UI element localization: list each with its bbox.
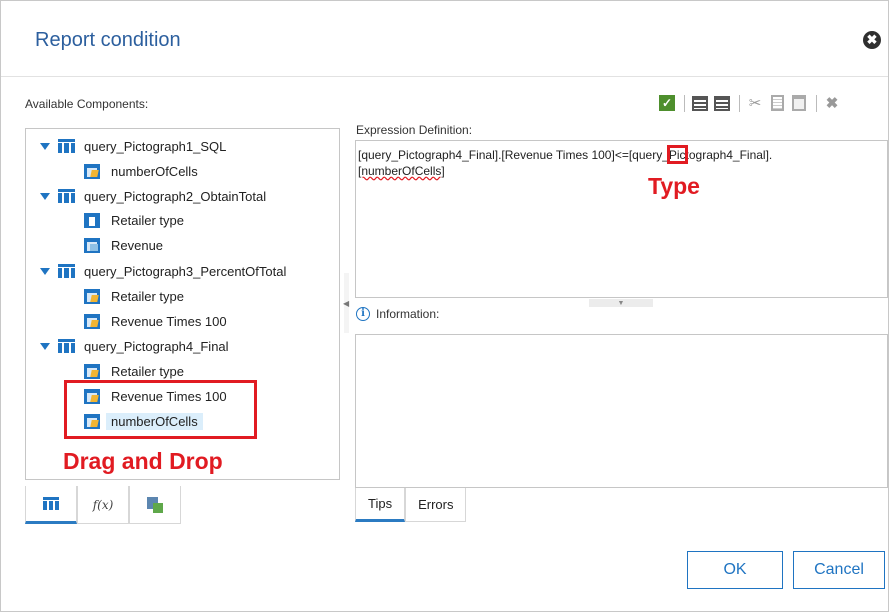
toolbar-divider <box>816 94 817 112</box>
tree-node-query[interactable]: query_Pictograph3_PercentOfTotal <box>40 260 286 282</box>
query-icon <box>58 264 75 278</box>
type-annotation: Type <box>648 173 700 199</box>
expression-operator: <= <box>614 148 629 162</box>
delete-icon[interactable]: ✖ <box>822 93 842 113</box>
available-components-label: Available Components: <box>25 97 149 111</box>
tree-leaf-data-item[interactable]: Revenue Times 100 <box>84 310 227 332</box>
paste-icon[interactable] <box>789 93 809 113</box>
close-icon[interactable]: ✖ <box>863 31 881 49</box>
tree-leaf-data-item[interactable]: numberOfCells <box>84 160 198 182</box>
tree-leaf-label: Retailer type <box>111 363 184 379</box>
expand-caret-icon[interactable] <box>40 341 50 351</box>
calculation-icon <box>147 496 163 513</box>
tree-leaf-label: numberOfCells <box>111 163 198 179</box>
type-highlight <box>667 145 688 164</box>
tree-leaf-label: Revenue <box>111 237 164 253</box>
tree-leaf-data-item[interactable]: Retailer type <box>84 360 184 382</box>
pane-resize-handle[interactable]: ▼ <box>589 299 653 307</box>
cut-icon[interactable]: ✂ <box>745 93 765 113</box>
toolbar-divider <box>739 94 740 112</box>
tree-leaf-label: Revenue Times 100 <box>111 313 227 329</box>
information-header: i Information: <box>356 307 439 321</box>
report-condition-dialog: Report condition ✖ Available Components:… <box>0 0 889 612</box>
toolbar-divider <box>684 94 685 112</box>
query-icon <box>58 139 75 153</box>
data-item-icon <box>84 288 100 304</box>
tree-leaf-label: Retailer type <box>111 212 184 228</box>
expand-caret-icon[interactable] <box>40 141 50 151</box>
expression-part: [numberOfCells] <box>358 164 445 178</box>
left-panel-tabs: f(x) <box>25 486 183 526</box>
collapse-left-arrow-icon[interactable]: ◀ <box>343 299 349 308</box>
information-label: Information: <box>376 307 440 321</box>
expand-caret-icon[interactable] <box>40 266 50 276</box>
drag-and-drop-annotation: Drag and Drop <box>63 448 223 474</box>
tree-node-label: query_Pictograph2_ObtainTotal <box>84 188 267 204</box>
data-item-icon <box>84 313 100 329</box>
validate-check-icon[interactable]: ✓ <box>657 93 677 113</box>
data-item-icon <box>84 163 100 179</box>
query-icon <box>58 189 75 203</box>
tree-leaf-label: Retailer type <box>111 288 184 304</box>
ok-button[interactable]: OK <box>687 551 783 589</box>
drag-and-drop-highlight <box>64 380 257 439</box>
info-icon: i <box>356 307 370 321</box>
tab-functions[interactable]: f(x) <box>77 486 129 524</box>
tree-node-query[interactable]: query_Pictograph1_SQL <box>40 135 226 157</box>
data-items-icon <box>43 497 59 510</box>
tab-data-items[interactable] <box>25 486 77 524</box>
info-tabs: Tips Errors <box>355 488 467 522</box>
data-item-icon <box>84 363 100 379</box>
tree-node-label: query_Pictograph1_SQL <box>84 138 227 154</box>
tab-tips[interactable]: Tips <box>355 488 406 522</box>
tree-leaf-data-item[interactable]: Retailer type <box>84 209 184 231</box>
tree-leaf-data-item[interactable]: Retailer type <box>84 285 184 307</box>
function-fx-icon: f(x) <box>92 497 114 512</box>
expand-caret-icon[interactable] <box>40 191 50 201</box>
dialog-title: Report condition <box>35 29 181 51</box>
copy-icon[interactable] <box>767 93 787 113</box>
expression-part: [query_Pictograph4_Final]. <box>628 148 773 162</box>
dialog-header: Report condition ✖ <box>1 1 888 77</box>
tab-errors[interactable]: Errors <box>405 488 467 522</box>
expand-lines-icon[interactable] <box>690 93 710 113</box>
expression-text[interactable]: [query_Pictograph4_Final].[Revenue Times… <box>358 147 878 179</box>
information-panel <box>355 334 888 488</box>
cancel-button[interactable]: Cancel <box>793 551 885 589</box>
tree-node-query[interactable]: query_Pictograph2_ObtainTotal <box>40 185 266 207</box>
tree-node-query[interactable]: query_Pictograph4_Final <box>40 335 229 357</box>
query-icon <box>58 339 75 353</box>
attribute-item-icon <box>84 212 100 228</box>
expression-part: [query_Pictograph4_Final].[Revenue Times… <box>358 148 615 162</box>
measure-item-icon <box>84 237 100 253</box>
tree-node-label: query_Pictograph3_PercentOfTotal <box>84 263 287 279</box>
expression-toolbar: ✓ ✂ ✖ <box>657 92 844 114</box>
tab-calculations[interactable] <box>129 486 181 524</box>
expression-editor[interactable]: [query_Pictograph4_Final].[Revenue Times… <box>355 140 888 298</box>
tree-leaf-data-item[interactable]: Revenue <box>84 234 163 256</box>
collapse-lines-icon[interactable] <box>712 93 732 113</box>
expression-definition-label: Expression Definition: <box>356 123 473 137</box>
tree-node-label: query_Pictograph4_Final <box>84 338 229 354</box>
